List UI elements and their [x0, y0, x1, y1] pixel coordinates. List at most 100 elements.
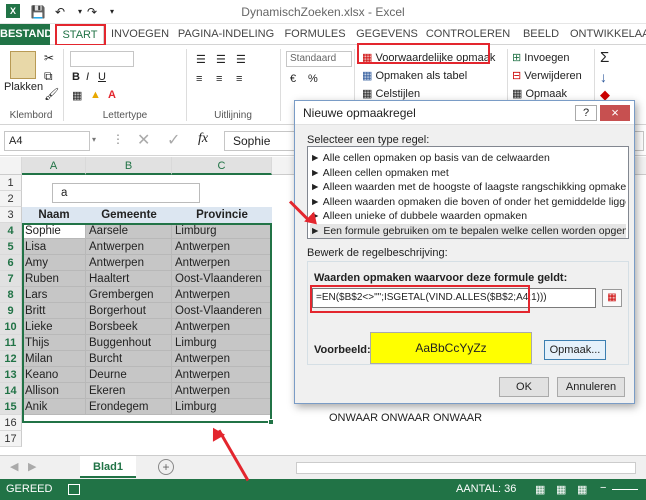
table-cell[interactable]: Limburg	[172, 335, 272, 351]
row-header[interactable]: 11	[0, 335, 22, 351]
table-cell[interactable]: Ekeren	[86, 383, 172, 399]
format-cells-button[interactable]: ▦ Opmaak	[512, 87, 567, 100]
help-button[interactable]: ?	[575, 105, 597, 121]
format-as-table-button[interactable]: ▦ Opmaken als tabel	[362, 69, 467, 82]
rule-type-item[interactable]: ► Alleen unieke of dubbele waarden opmak…	[310, 209, 626, 223]
cut-icon[interactable]: ✂	[44, 51, 54, 65]
row-header[interactable]: 5	[0, 239, 22, 255]
zoom-slider[interactable]	[612, 489, 638, 490]
rule-type-item[interactable]: ► Alle cellen opmaken op basis van de ce…	[310, 151, 626, 165]
row-header[interactable]: 14	[0, 383, 22, 399]
table-cell[interactable]: Antwerpen	[172, 319, 272, 335]
align-middle-icon[interactable]: ☰	[216, 53, 226, 66]
table-cell[interactable]: Antwerpen	[172, 287, 272, 303]
table-cell[interactable]: Antwerpen	[172, 255, 272, 271]
row-header[interactable]: 15	[0, 399, 22, 415]
align-top-icon[interactable]: ☰	[196, 53, 206, 66]
cancel-entry-icon[interactable]: ✕	[137, 130, 150, 150]
table-cell[interactable]: Antwerpen	[172, 351, 272, 367]
onwaar-cell[interactable]: ONWAAR	[378, 410, 430, 426]
rule-type-item[interactable]: ► Alleen waarden met de hoogste of laags…	[310, 180, 626, 194]
name-box-dropdown-icon[interactable]: ▾	[92, 135, 96, 144]
row-header[interactable]: 16	[0, 415, 22, 431]
paste-label[interactable]: Plakken	[4, 81, 43, 93]
font-color-icon[interactable]: A	[108, 89, 116, 101]
table-cell[interactable]: Borsbeek	[86, 319, 172, 335]
tab-formules[interactable]: FORMULES	[282, 24, 348, 45]
select-all-corner[interactable]	[0, 157, 22, 175]
table-cell[interactable]: Grembergen	[86, 287, 172, 303]
tab-controleren[interactable]: CONTROLEREN	[424, 24, 512, 45]
table-cell[interactable]: Deurne	[86, 367, 172, 383]
copy-icon[interactable]: ⧉	[44, 69, 53, 84]
align-right-icon[interactable]: ≡	[236, 73, 242, 85]
insert-cells-button[interactable]: ⊞ Invoegen	[512, 51, 570, 64]
table-cell[interactable]: Limburg	[172, 399, 272, 415]
cell-styles-button[interactable]: ▦ Celstijlen	[362, 87, 420, 100]
macro-record-icon[interactable]	[68, 484, 80, 495]
table-cell[interactable]: Allison	[22, 383, 86, 399]
zoom-out-icon[interactable]: −	[600, 482, 606, 494]
table-header-cell[interactable]: Gemeente	[86, 207, 172, 223]
underline-icon[interactable]: U	[98, 71, 106, 83]
table-cell[interactable]: Britt	[22, 303, 86, 319]
table-cell[interactable]: Antwerpen	[172, 367, 272, 383]
tab-ontwikkelaar[interactable]: ONTWIKKELAAR	[570, 24, 646, 45]
row-header[interactable]: 9	[0, 303, 22, 319]
scroll-first-sheet-icon[interactable]: ◀	[10, 460, 18, 473]
align-bottom-icon[interactable]: ☰	[236, 53, 246, 66]
fill-handle[interactable]	[268, 419, 274, 425]
table-cell[interactable]: Lars	[22, 287, 86, 303]
table-cell[interactable]: Oost-Vlaanderen	[172, 271, 272, 287]
name-box[interactable]: A4	[4, 131, 90, 151]
sheet-tab-blad1[interactable]: Blad1	[80, 456, 136, 478]
table-cell[interactable]: Ruben	[22, 271, 86, 287]
collapse-dialog-icon[interactable]: ▦	[602, 289, 622, 307]
borders-icon[interactable]: ▦	[72, 89, 82, 102]
table-cell[interactable]: Antwerpen	[172, 383, 272, 399]
close-button[interactable]: ×	[600, 105, 630, 121]
tab-gegevens[interactable]: GEGEVENS	[354, 24, 420, 45]
rule-type-item[interactable]: ► Alleen cellen opmaken met	[310, 166, 626, 180]
row-header[interactable]: 10	[0, 319, 22, 335]
tab-invoegen[interactable]: INVOEGEN	[110, 24, 170, 45]
number-format-select[interactable]: Standaard	[286, 51, 352, 67]
table-cell[interactable]: Antwerpen	[86, 255, 172, 271]
table-cell[interactable]: Borgerhout	[86, 303, 172, 319]
table-header-cell[interactable]: Naam	[22, 207, 86, 223]
scroll-last-sheet-icon[interactable]: ▶	[28, 460, 36, 473]
table-cell[interactable]: Burcht	[86, 351, 172, 367]
table-cell[interactable]: Keano	[22, 367, 86, 383]
currency-icon[interactable]: €	[290, 73, 296, 85]
add-sheet-icon[interactable]: +	[158, 459, 174, 475]
row-header[interactable]: 12	[0, 351, 22, 367]
column-header-b[interactable]: B	[86, 157, 172, 175]
align-center-icon[interactable]: ≡	[216, 73, 222, 85]
page-break-view-icon[interactable]: ▦	[577, 483, 587, 496]
row-header[interactable]: 3	[0, 207, 22, 223]
horizontal-scrollbar[interactable]	[296, 462, 636, 474]
table-cell[interactable]: Anik	[22, 399, 86, 415]
table-cell[interactable]: Milan	[22, 351, 86, 367]
paste-icon[interactable]	[10, 51, 36, 79]
ok-button[interactable]: OK	[499, 377, 549, 397]
tab-bestand[interactable]: BESTAND	[0, 24, 52, 45]
row-header[interactable]: 17	[0, 431, 22, 447]
page-layout-view-icon[interactable]: ▦	[556, 483, 566, 496]
delete-cells-button[interactable]: ⊟ Verwijderen	[512, 69, 582, 82]
format-button[interactable]: Opmaak...	[544, 340, 606, 360]
column-header-a[interactable]: A	[22, 157, 86, 175]
rule-type-item[interactable]: ► Een formule gebruiken om te bepalen we…	[310, 223, 626, 238]
table-header-cell[interactable]: Provincie	[172, 207, 272, 223]
row-header[interactable]: 13	[0, 367, 22, 383]
tab-beeld[interactable]: BEELD	[518, 24, 564, 45]
bold-icon[interactable]: B	[72, 71, 80, 83]
table-cell[interactable]: Buggenhout	[86, 335, 172, 351]
autosum-icon[interactable]: Σ	[600, 49, 609, 66]
table-cell[interactable]: Haaltert	[86, 271, 172, 287]
row-header[interactable]: 2	[0, 191, 22, 207]
table-cell[interactable]: Oost-Vlaanderen	[172, 303, 272, 319]
cancel-button[interactable]: Annuleren	[557, 377, 625, 397]
table-cell[interactable]: Aarsele	[86, 223, 172, 239]
table-cell[interactable]: Thijs	[22, 335, 86, 351]
